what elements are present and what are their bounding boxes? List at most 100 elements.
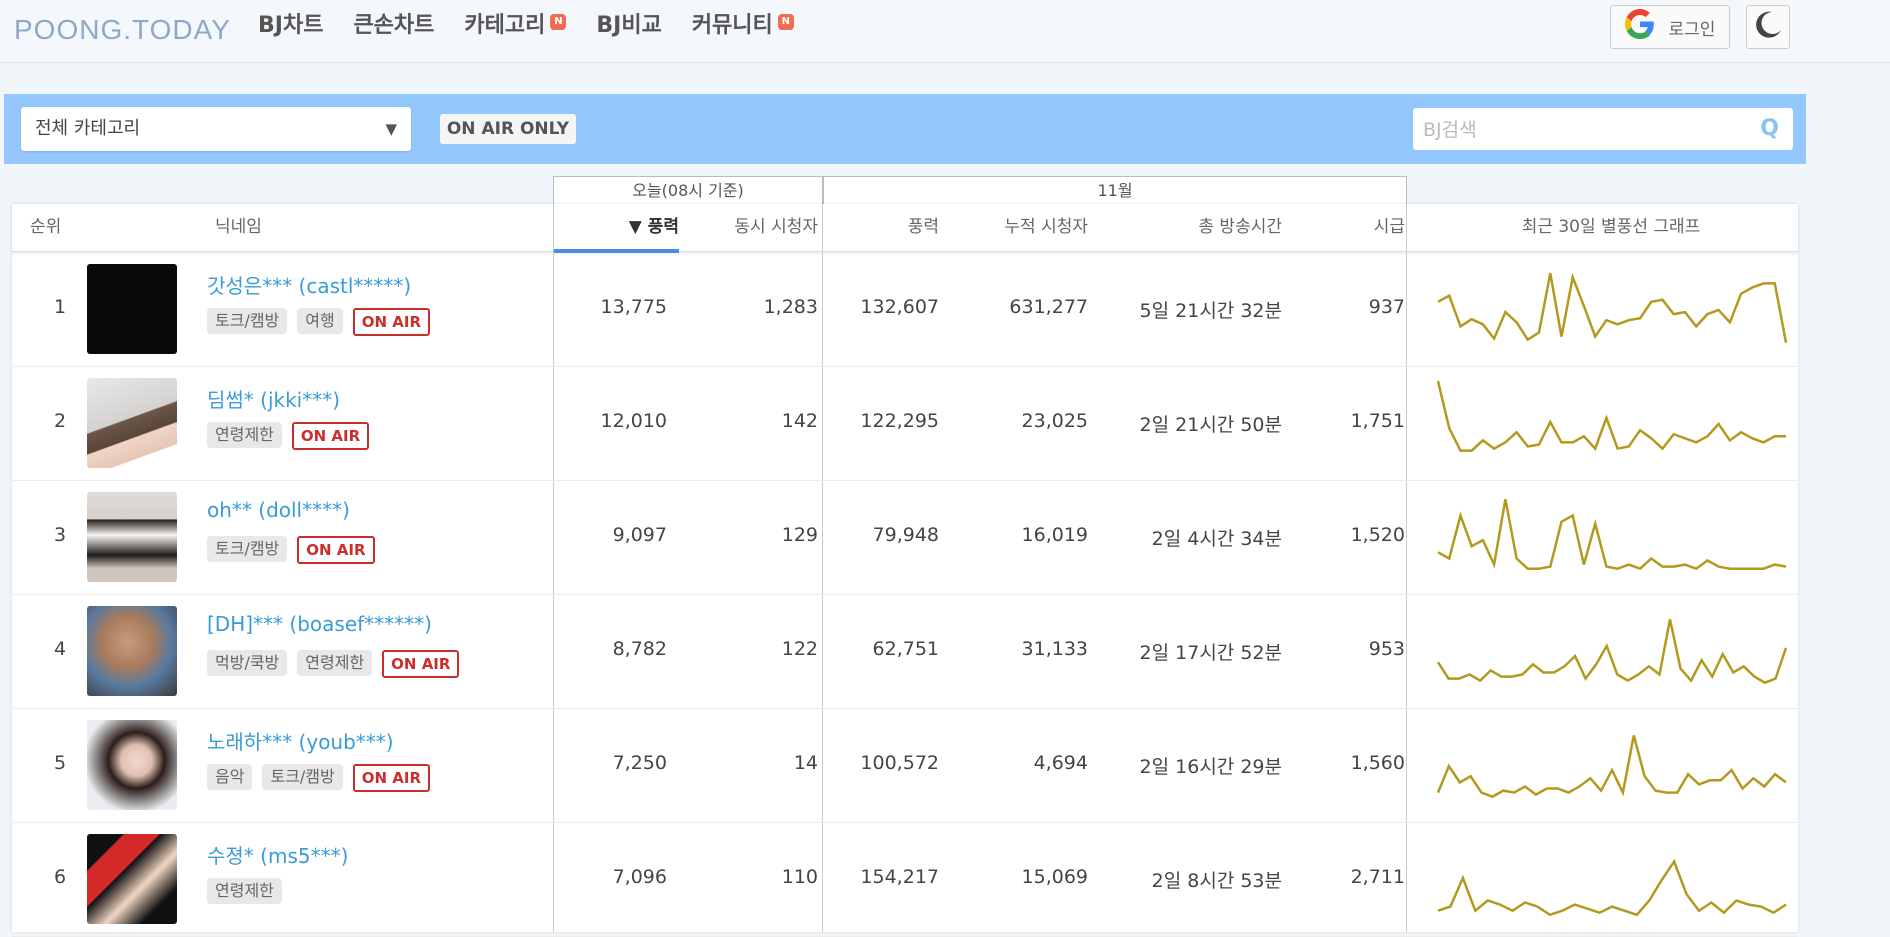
table-row[interactable]: 6 수졍* (ms5***) 연령제한 7,096 110 154,217 15… xyxy=(12,822,1798,937)
month-balloons-cell: 154,217 xyxy=(860,866,939,888)
avatar[interactable] xyxy=(87,606,177,696)
avatar[interactable] xyxy=(87,720,177,810)
nav-item-big-donor-chart[interactable]: 큰손차트 xyxy=(338,8,449,44)
category-tag[interactable]: 먹방/쿡방 xyxy=(207,650,288,676)
category-select[interactable]: 전체 카테고리 ▼ xyxy=(21,107,411,151)
hourly-cell: 1,560 xyxy=(1350,752,1405,774)
category-tag[interactable]: 연령제한 xyxy=(207,422,282,448)
google-icon xyxy=(1624,9,1655,45)
onair-badge[interactable]: ON AIR xyxy=(297,536,375,564)
today-balloons-cell: 7,250 xyxy=(612,752,667,774)
category-tag[interactable]: 여행 xyxy=(297,308,343,334)
site-logo[interactable]: POONG.TODAY xyxy=(14,12,231,48)
col-cumulative-viewers[interactable]: 누적 시청자 xyxy=(952,204,1088,251)
tag-list: 먹방/쿡방 연령제한 ON AIR xyxy=(207,650,460,678)
onair-badge[interactable]: ON AIR xyxy=(382,650,460,678)
col-concurrent-viewers[interactable]: 동시 시청자 xyxy=(672,204,818,251)
concurrent-viewers-cell: 1,283 xyxy=(763,296,818,318)
concurrent-viewers-cell: 14 xyxy=(793,752,818,774)
total-broadcast-time-cell: 2일 4시간 34분 xyxy=(1151,528,1282,550)
category-tag[interactable]: 연령제한 xyxy=(297,650,373,676)
bj-nickname-link[interactable]: 수졍* (ms5***) xyxy=(207,840,348,869)
hourly-cell: 1,520 xyxy=(1350,524,1405,546)
tag-list: 토크/캠방 ON AIR xyxy=(207,536,375,564)
onair-only-button[interactable]: ON AIR ONLY xyxy=(440,114,576,144)
hourly-cell: 937 xyxy=(1368,296,1405,318)
tag-list: 연령제한 ON AIR xyxy=(207,422,370,450)
avatar[interactable] xyxy=(87,264,177,354)
rank-cell: 4 xyxy=(53,638,67,660)
onair-badge[interactable]: ON AIR xyxy=(352,764,431,792)
tag-list: 연령제한 xyxy=(207,878,282,904)
sparkline-path xyxy=(1437,272,1788,343)
avatar[interactable] xyxy=(87,378,177,468)
bj-search-input[interactable] xyxy=(1413,108,1745,152)
col-rank[interactable]: 순위 xyxy=(30,204,90,251)
balloon-sparkline xyxy=(1437,272,1788,343)
bj-nickname-link[interactable]: 갓성은*** (castl*****) xyxy=(207,270,411,299)
bj-nickname-link[interactable]: oh** (doll****) xyxy=(207,498,350,522)
main-nav: BJ차트 큰손차트 카테고리 N BJ비교 커뮤니티 N xyxy=(258,8,809,44)
nav-item-community[interactable]: 커뮤니티 N xyxy=(677,8,809,44)
balloon-sparkline xyxy=(1436,619,1788,685)
nav-item-bj-chart[interactable]: BJ차트 xyxy=(258,8,338,44)
nav-item-label: 카테고리 xyxy=(464,13,546,38)
category-tag[interactable]: 연령제한 xyxy=(207,878,282,904)
category-tag[interactable]: 음악 xyxy=(207,764,253,790)
avatar[interactable] xyxy=(87,834,177,924)
concurrent-viewers-cell: 110 xyxy=(781,866,818,888)
col-month-balloons[interactable]: 풍력 xyxy=(832,204,939,251)
bj-nickname-link[interactable]: 딤썸* (jkki***) xyxy=(207,384,340,413)
table-row[interactable]: 4 [DH]*** (boasef******) 먹방/쿡방 연령제한 ON AIR… xyxy=(12,594,1798,709)
bj-nickname-link[interactable]: [DH]*** (boasef******) xyxy=(207,612,432,636)
category-select-value: 전체 카테고리 xyxy=(35,118,141,139)
cumulative-viewers-cell: 23,025 xyxy=(1021,410,1088,432)
hourly-cell: 953 xyxy=(1368,638,1405,660)
bj-ranking-table: 순위 닉네임 ▼ 풍력 동시 시청자 풍력 누적 시청자 총 방송시간 시급 최… xyxy=(12,204,1798,937)
nav-item-label: 큰손차트 xyxy=(353,13,435,38)
onair-badge[interactable]: ON AIR xyxy=(291,422,370,450)
bj-nickname-link[interactable]: 노래하*** (youb***) xyxy=(207,726,394,755)
rank-cell: 6 xyxy=(53,866,67,888)
col-total-broadcast-time[interactable]: 총 방송시간 xyxy=(1102,204,1282,251)
login-label: 로그인 xyxy=(1668,19,1716,40)
cumulative-viewers-cell: 631,277 xyxy=(1009,296,1088,318)
category-tag[interactable]: 토크/캠방 xyxy=(207,536,288,562)
table-row[interactable]: 5 노래하*** (youb***) 음악 토크/캠방 ON AIR 7,250 1… xyxy=(12,708,1798,823)
logo-text: POONG.TODAY xyxy=(14,14,231,45)
balloon-sparkline xyxy=(1436,380,1786,452)
group-header-today: 오늘(08시 기준) xyxy=(553,176,823,204)
avatar[interactable] xyxy=(87,492,177,582)
month-balloons-cell: 79,948 xyxy=(872,524,939,546)
nav-item-label: BJ비교 xyxy=(596,13,662,38)
month-balloons-cell: 100,572 xyxy=(860,752,939,774)
total-broadcast-time-cell: 2일 8시간 53분 xyxy=(1151,870,1282,892)
col-hourly[interactable]: 시급 xyxy=(1312,204,1405,251)
sparkline-path xyxy=(1436,619,1788,685)
category-tag[interactable]: 토크/캠방 xyxy=(262,764,343,790)
concurrent-viewers-cell: 122 xyxy=(781,638,818,660)
today-balloons-cell: 13,775 xyxy=(600,296,667,318)
month-balloons-cell: 132,607 xyxy=(860,296,939,318)
total-broadcast-time-cell: 2일 16시간 29분 xyxy=(1139,756,1282,778)
dark-mode-toggle[interactable] xyxy=(1746,5,1790,49)
moon-icon xyxy=(1752,9,1784,45)
nav-item-label: 커뮤니티 xyxy=(691,13,773,38)
month-balloons-cell: 62,751 xyxy=(872,638,939,660)
col-nickname[interactable]: 닉네임 xyxy=(215,204,415,251)
category-tag[interactable]: 토크/캠방 xyxy=(207,308,288,334)
table-row[interactable]: 3 oh** (doll****) 토크/캠방 ON AIR 9,097 129 … xyxy=(12,480,1798,595)
filter-bar: 전체 카테고리 ▼ ON AIR ONLY Q xyxy=(4,94,1806,164)
onair-badge[interactable]: ON AIR xyxy=(352,308,431,336)
nav-item-bj-compare[interactable]: BJ비교 xyxy=(581,8,676,44)
col-graph: 최근 30일 별풍선 그래프 xyxy=(1521,217,1701,237)
top-navigation-bar: POONG.TODAY BJ차트 큰손차트 카테고리 N BJ비교 커뮤니티 N xyxy=(0,0,1890,63)
google-login-button[interactable]: 로그인 xyxy=(1610,5,1730,49)
table-row[interactable]: 2 딤썸* (jkki***) 연령제한 ON AIR 12,010 142 12… xyxy=(12,366,1798,481)
balloon-sparkline xyxy=(1437,498,1787,571)
table-row[interactable]: 1 갓성은*** (castl*****) 토크/캠방 여행 ON AIR 13,7… xyxy=(12,252,1798,367)
search-icon[interactable]: Q xyxy=(1760,116,1779,141)
today-balloons-cell: 12,010 xyxy=(600,410,667,432)
col-today-balloons[interactable]: ▼ 풍력 xyxy=(553,204,679,253)
nav-item-category[interactable]: 카테고리 N xyxy=(449,8,581,44)
